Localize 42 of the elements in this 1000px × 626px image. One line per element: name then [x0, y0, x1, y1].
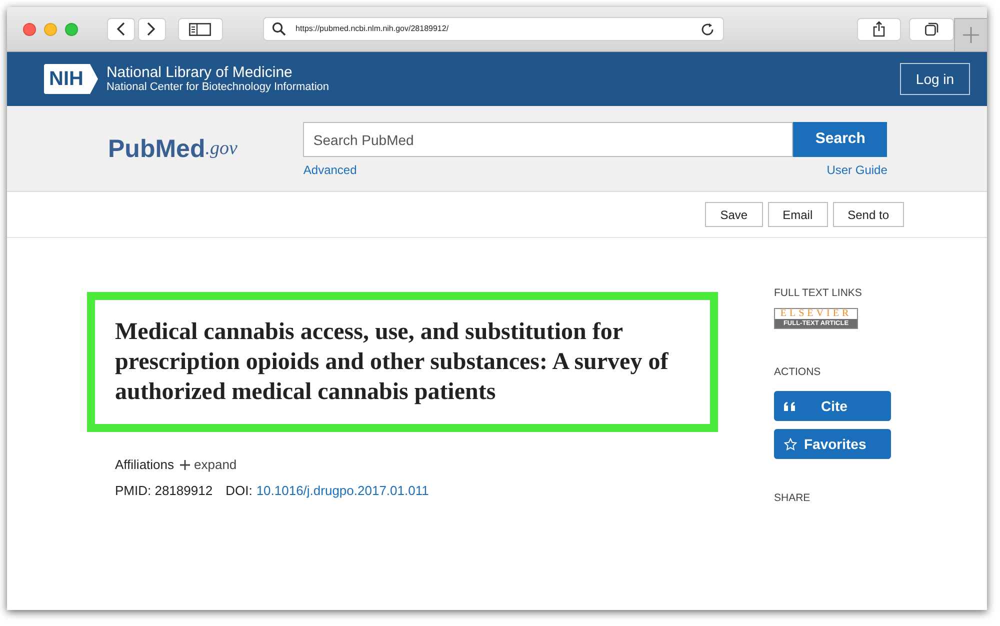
search-icon: [272, 22, 286, 36]
affiliations-label: Affiliations: [115, 456, 174, 474]
doi-label: DOI:: [226, 482, 252, 500]
chevron-right-icon: [147, 22, 156, 36]
plus-icon: [962, 26, 980, 44]
chevron-left-icon: [116, 22, 126, 36]
url-text: https://pubmed.ncbi.nlm.nih.gov/28189912/: [296, 23, 450, 35]
expand-button[interactable]: expand: [180, 455, 237, 474]
article-title: Medical cannabis access, use, and substitution for prescription opioids and other substances: A survey of authorized medical cannabis patients: [115, 318, 670, 407]
logo-chevron-icon: [88, 64, 98, 94]
forward-button[interactable]: [138, 18, 166, 40]
tabs-icon: [924, 22, 939, 36]
doi-link[interactable]: 10.1016/j.drugpo.2017.01.011: [256, 480, 429, 500]
pubmed-logo[interactable]: PubMed.gov: [108, 124, 238, 164]
reload-icon[interactable]: [700, 22, 715, 36]
search-button[interactable]: Search: [793, 122, 888, 157]
actions-heading: ACTIONS: [774, 366, 822, 378]
site-title: National Library of Medicine: [106, 64, 294, 81]
share-heading: SHARE: [774, 492, 812, 504]
address-bar[interactable]: https://pubmed.ncbi.nlm.nih.gov/28189912/: [262, 17, 724, 41]
favorites-button[interactable]: Favorites: [774, 429, 891, 459]
search-field[interactable]: Search PubMed: [303, 122, 794, 157]
sidebar-button[interactable]: [178, 18, 223, 40]
pmid-text: PMID: 28189912: [115, 482, 213, 500]
cite-button[interactable]: Cite: [774, 391, 891, 421]
tabs-button[interactable]: [909, 18, 954, 40]
advanced-link[interactable]: Advanced: [303, 161, 357, 179]
quote-icon: [784, 402, 796, 410]
star-icon: [784, 438, 797, 450]
action-button[interactable]: Save: [705, 202, 763, 227]
plus-icon: [180, 460, 190, 470]
sidebar-icon: [189, 22, 212, 36]
full-text-links-heading: FULL TEXT LINKS: [774, 287, 863, 299]
action-button[interactable]: Send to: [832, 202, 904, 227]
action-button[interactable]: Email: [768, 202, 828, 227]
close-window-button[interactable]: [23, 22, 36, 36]
share-icon: [872, 21, 885, 37]
back-button[interactable]: [107, 18, 135, 40]
login-button[interactable]: Log in: [900, 63, 970, 95]
site-subtitle: National Center for Biotechnology Information: [106, 81, 330, 94]
share-button[interactable]: [856, 18, 902, 40]
user-guide-link[interactable]: User Guide: [826, 161, 888, 179]
